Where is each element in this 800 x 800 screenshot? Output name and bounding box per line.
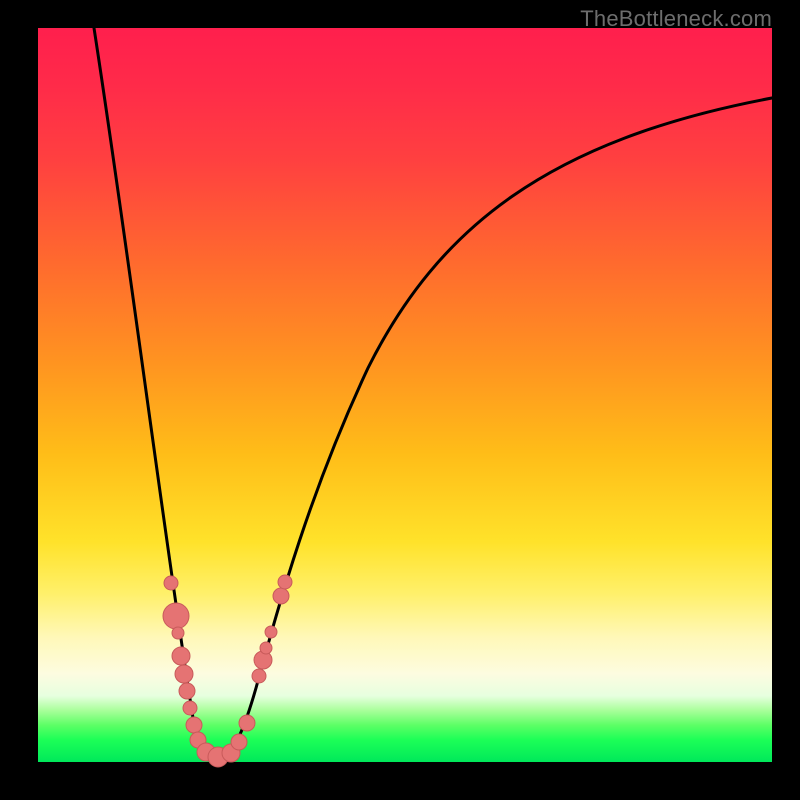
data-dot <box>252 669 266 683</box>
data-dot <box>172 627 184 639</box>
data-dot <box>265 626 277 638</box>
chart-svg <box>38 28 772 762</box>
data-dot <box>175 665 193 683</box>
curve-group <box>94 28 772 759</box>
chart-frame: TheBottleneck.com <box>0 0 800 800</box>
v-curve-right <box>218 98 772 759</box>
data-dot <box>163 603 189 629</box>
data-dot <box>239 715 255 731</box>
data-dot <box>179 683 195 699</box>
data-dot <box>164 576 178 590</box>
dots-group <box>163 575 292 767</box>
data-dot <box>172 647 190 665</box>
v-curve-left <box>94 28 218 759</box>
data-dot <box>260 642 272 654</box>
data-dot <box>186 717 202 733</box>
data-dot <box>278 575 292 589</box>
data-dot <box>183 701 197 715</box>
data-dot <box>231 734 247 750</box>
data-dot <box>273 588 289 604</box>
